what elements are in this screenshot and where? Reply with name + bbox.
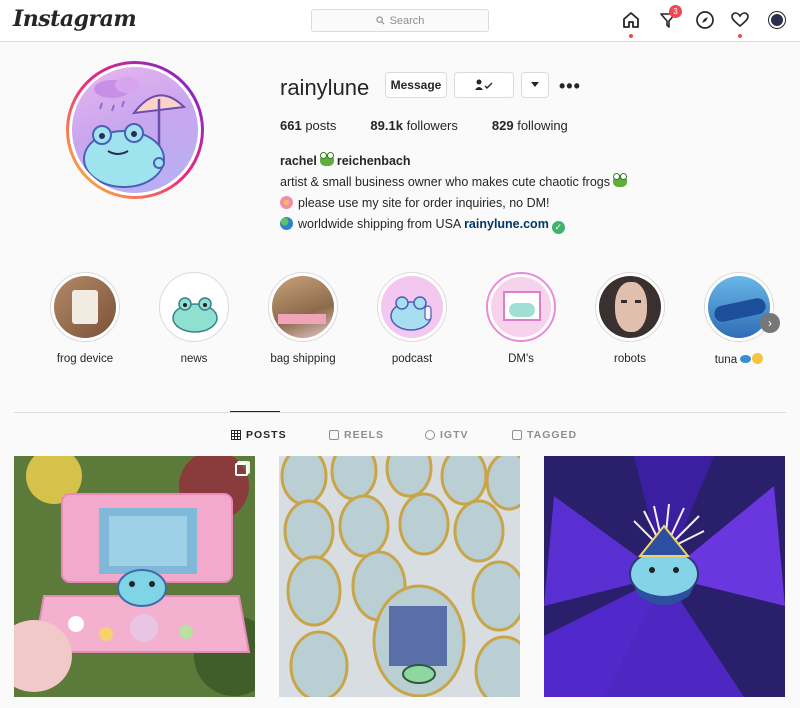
post-thumbnail[interactable] [14,456,255,697]
post-image-enamel-pins [279,456,520,697]
highlight-label: frog device [56,353,114,365]
frog-emoji-icon [613,173,627,187]
search-icon [375,16,385,25]
chevron-down-icon [531,82,539,87]
tabs-divider [14,412,786,413]
highlight-cover [381,276,443,338]
profile-stats: 661 posts 89.1k followers 829 following [280,118,568,133]
following-label: following [517,118,568,133]
search-box[interactable]: Search [311,9,489,32]
highlight-news[interactable]: news [149,272,239,365]
highlight-cover [272,276,334,338]
tab-label: TAGGED [527,429,578,441]
highlight-label: news [180,353,208,365]
bio-line-2-text: please use my site for order inquiries, … [298,196,550,210]
name-first: rachel [280,154,317,168]
profile-picture-ring[interactable] [66,61,204,199]
highlight-frog-device[interactable]: frog device [40,272,130,365]
multiple-images-icon [235,463,248,476]
highlight-label: podcast [391,353,433,365]
explore-icon[interactable] [694,9,716,31]
grid-icon [231,430,241,440]
bio-line-2: please use my site for order inquiries, … [280,193,700,214]
post-thumbnail[interactable] [544,456,785,697]
message-button[interactable]: Message [385,72,447,98]
home-icon[interactable] [620,9,642,38]
igtv-icon [425,430,435,440]
activity-icon[interactable]: 3 [657,5,682,31]
tab-label: POSTS [246,429,287,441]
highlight-label: tuna [694,353,784,366]
highlight-dms[interactable]: DM's [476,272,566,365]
highlight-label: bag shipping [270,353,336,365]
post-thumbnail[interactable] [279,456,520,697]
highlight-cover [163,276,225,338]
highlight-bag-shipping[interactable]: bag shipping [258,272,348,365]
bio-line-3-text: worldwide shipping from USA [298,217,461,231]
highlight-cover [54,276,116,338]
posts-label: posts [305,118,337,133]
profile-avatar[interactable] [766,9,788,31]
top-navigation-bar: Instagram Search 3 [0,0,800,42]
tab-label: IGTV [440,429,469,441]
check-badge-icon: ✓ [551,221,565,234]
name-last: reichenbach [336,154,411,168]
posts-count: 661 [280,118,302,133]
heart-icon[interactable] [729,9,751,38]
search-placeholder: Search [389,14,425,27]
tab-posts[interactable]: POSTS [231,429,287,441]
active-tab-indicator [230,411,280,412]
following-count: 829 [491,118,514,133]
highlight-podcast[interactable]: podcast [367,272,457,365]
reels-icon [329,430,339,440]
highlight-label: robots [614,353,646,365]
following-button[interactable] [454,72,514,98]
tab-tagged[interactable]: TAGGED [512,429,577,441]
next-highlights-button[interactable]: › [760,313,780,333]
following-stat[interactable]: 829 following [492,118,568,133]
bio-line-3: worldwide shipping from USA rainylune.co… [280,214,700,235]
flower-emoji-icon [280,196,293,209]
highlight-robots[interactable]: robots [585,272,675,365]
tag-icon [512,430,522,440]
post-image-pink-console [14,456,255,697]
highlight-label-text: tuna [714,354,738,366]
followers-stat[interactable]: 89.1k followers [370,118,457,133]
bio-line-1-text: artist & small business owner who makes … [280,175,610,189]
profile-username: rainylune [280,75,370,100]
globe-emoji-icon [280,217,293,230]
face-emoji-icon [752,353,764,364]
heart-notification-dot [738,34,742,38]
activity-badge: 3 [669,5,682,18]
more-options-button[interactable]: ••• [559,76,581,97]
followers-label: followers [406,118,458,133]
website-link[interactable]: rainylune.com [464,217,549,231]
instagram-logo[interactable]: Instagram [13,6,137,32]
home-notification-dot [629,34,633,38]
profile-bio: rachel reichenbach artist & small busines… [280,151,700,235]
user-check-icon [475,79,493,90]
bio-line-1: artist & small business owner who makes … [280,172,700,193]
tab-label: REELS [344,429,385,441]
tab-igtv[interactable]: IGTV [425,429,469,441]
post-image-purple-flower [544,456,785,697]
profile-full-name: rachel reichenbach [280,151,700,172]
tab-reels[interactable]: REELS [329,429,384,441]
highlight-cover [599,276,661,338]
posts-stat: 661 posts [280,118,336,133]
highlight-label: DM's [508,353,534,365]
highlight-cover [491,277,551,337]
suggested-accounts-button[interactable] [521,72,549,98]
frog-emoji-icon [319,152,334,166]
highlight-cover [708,276,770,338]
profile-picture [72,67,198,193]
fish-emoji-icon [740,355,752,363]
followers-count: 89.1k [370,118,403,133]
